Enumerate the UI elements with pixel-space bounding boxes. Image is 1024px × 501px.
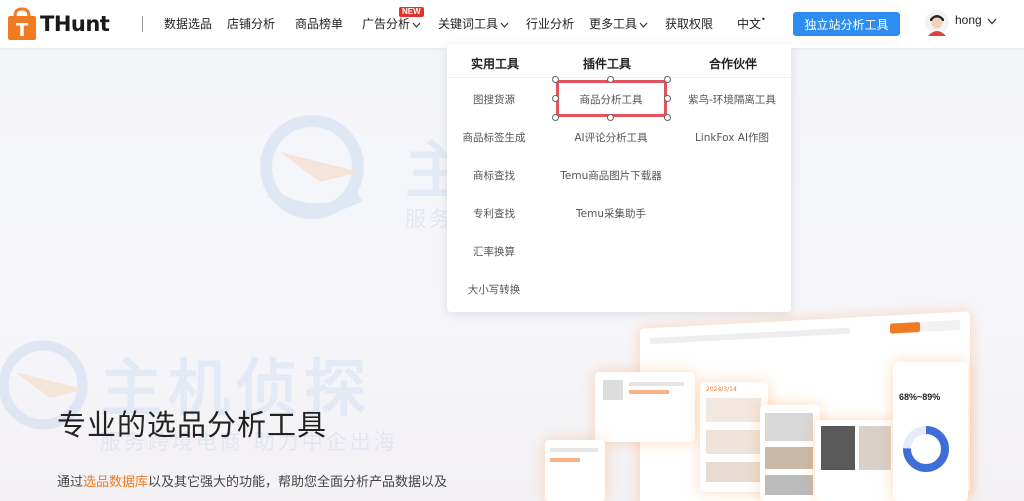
header-divider [142, 16, 143, 32]
column-title-plugin-tools: 插件工具 [583, 57, 632, 71]
mock-date: 2024/3/14 [706, 386, 737, 393]
logo[interactable]: T THunt [6, 7, 110, 41]
hero-desc-prefix: 通过 [57, 475, 84, 490]
resize-handle[interactable] [607, 114, 614, 121]
mock-card-1 [595, 372, 695, 442]
menu-item-temu-collector[interactable]: Temu采集助手 [576, 206, 646, 221]
mock-card-5: 68%~89% [893, 362, 968, 501]
hero-desc-suffix: 以及其它强大的功能，帮助您全面分析产品数据以及 [148, 475, 448, 490]
menu-item-linkfox-ai-image[interactable]: LinkFox AI作图 [695, 130, 769, 145]
chevron-down-icon[interactable] [987, 18, 997, 25]
watermark-logo-icon [260, 115, 364, 219]
nav-item-industry-analysis[interactable]: 行业分析 [526, 15, 574, 32]
mock-stat: 68%~89% [899, 392, 941, 402]
logo-text: THunt [40, 12, 110, 36]
more-tools-dropdown: 实用工具 插件工具 合作伙伴 图搜货源 商品标签生成 商标查找 专利查找 汇率换… [447, 44, 791, 312]
menu-item-tag-generator[interactable]: 商品标签生成 [463, 130, 526, 145]
nav-item-label: 关键词工具 [438, 17, 499, 31]
nav-item-label: 广告分析 [362, 17, 411, 31]
nav-item-label: 更多工具 [589, 17, 638, 31]
avatar[interactable] [925, 10, 949, 36]
mock-panel-main [640, 311, 970, 501]
nav-item-data-selection[interactable]: 数据选品 [164, 15, 212, 32]
svg-text:T: T [16, 20, 29, 41]
menu-item-temu-image-downloader[interactable]: Temu商品图片下载器 [560, 168, 661, 183]
menu-item-ai-review-analysis[interactable]: AI评论分析工具 [574, 130, 647, 145]
shopping-bag-logo-icon: T [8, 7, 36, 41]
dropdown-dot-icon: • [761, 15, 766, 24]
nav-item-store-analysis[interactable]: 店铺分析 [227, 15, 275, 32]
nav-item-product-ranking[interactable]: 商品榜单 [295, 15, 343, 32]
watermark [250, 112, 390, 226]
menu-item-trademark-search[interactable]: 商标查找 [473, 168, 515, 183]
user-name[interactable]: hong [955, 13, 982, 27]
resize-handle[interactable] [664, 114, 671, 121]
top-navbar: T THunt 数据选品 店铺分析 商品榜单 广告分析 NEW 关键词工具 行业… [0, 0, 1024, 48]
resize-handle[interactable] [552, 76, 559, 83]
nav-item-more-tools[interactable]: 更多工具 [589, 15, 648, 32]
product-database-link[interactable]: 选品数据库 [83, 475, 148, 490]
mock-card-2: 2024/3/14 [700, 382, 768, 492]
chevron-down-icon [412, 22, 421, 28]
resize-handle[interactable] [664, 95, 671, 102]
mock-card-6 [545, 440, 605, 501]
dropdown-divider [447, 77, 791, 78]
standalone-site-tool-button[interactable]: 独立站分析工具 [793, 12, 900, 36]
hero-description: 通过选品数据库以及其它强大的功能，帮助您全面分析产品数据以及 [57, 471, 447, 490]
column-title-practical-tools: 实用工具 [471, 57, 520, 71]
resize-handle[interactable] [552, 114, 559, 121]
menu-item-case-converter[interactable]: 大小写转换 [468, 282, 521, 297]
menu-item-ziniao-isolation-tool[interactable]: 紫鸟-环境隔离工具 [688, 92, 776, 107]
chevron-down-icon [500, 22, 509, 28]
nav-item-ad-analysis[interactable]: 广告分析 [362, 15, 421, 32]
column-title-partners: 合作伙伴 [709, 57, 758, 71]
menu-item-image-search-source[interactable]: 图搜货源 [473, 92, 515, 107]
menu-item-product-analysis-tool[interactable]: 商品分析工具 [580, 92, 643, 107]
language-label: 中文 [737, 17, 762, 31]
nav-item-keyword-tools[interactable]: 关键词工具 [438, 15, 509, 32]
nav-item-get-access[interactable]: 获取权限 [665, 15, 713, 32]
mock-card-3 [760, 405, 820, 501]
chevron-down-icon [639, 22, 648, 28]
new-badge: NEW [399, 7, 424, 17]
resize-handle[interactable] [552, 95, 559, 102]
resize-handle[interactable] [664, 76, 671, 83]
menu-item-patent-search[interactable]: 专利查找 [473, 206, 515, 221]
mock-card-4 [815, 420, 897, 501]
language-selector[interactable]: 中文• [737, 15, 766, 32]
donut-chart-icon [903, 426, 949, 472]
menu-item-currency-converter[interactable]: 汇率换算 [473, 244, 515, 259]
hero-title: 专业的选品分析工具 [57, 408, 328, 442]
resize-handle[interactable] [607, 76, 614, 83]
